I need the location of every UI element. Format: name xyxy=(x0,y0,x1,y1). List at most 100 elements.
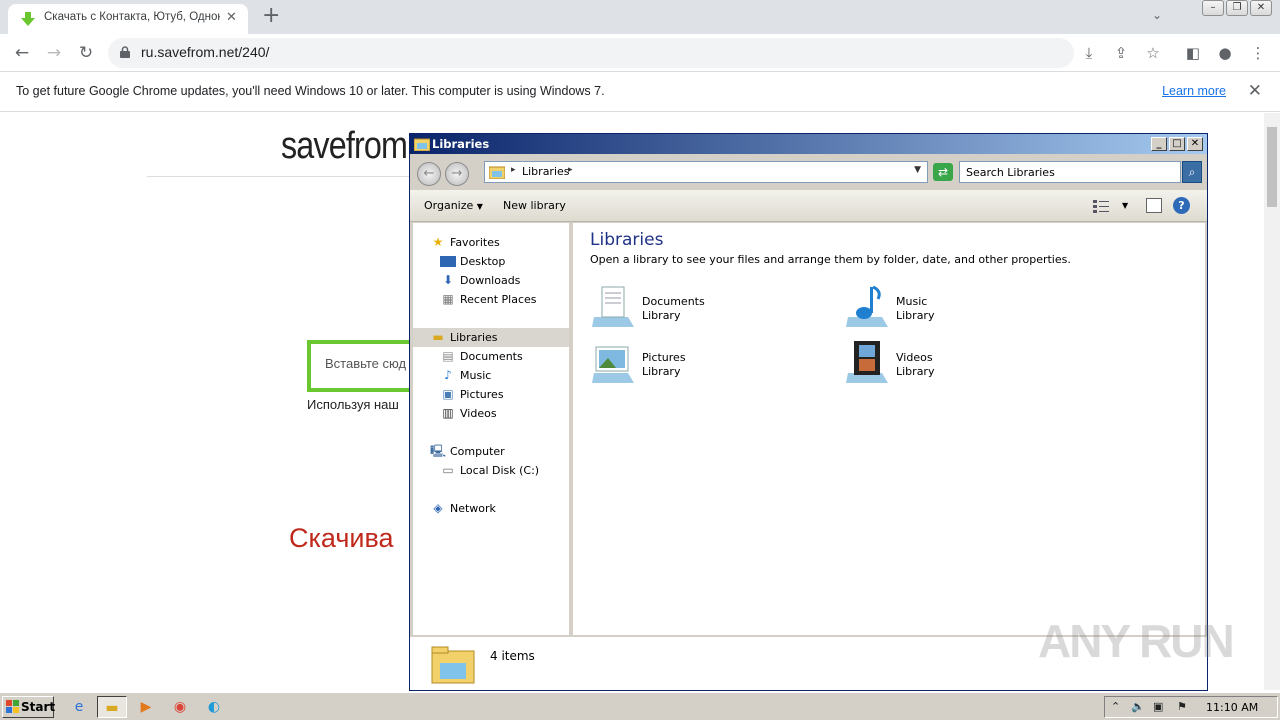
explorer-titlebar[interactable]: Libraries _ □ ✕ xyxy=(410,134,1207,154)
edge-icon[interactable]: ◐ xyxy=(199,696,229,718)
clock[interactable]: 11:10 AM xyxy=(1206,701,1258,714)
infobar-close-icon[interactable]: ✕ xyxy=(1248,81,1262,101)
view-options-chevron-icon[interactable]: ▼ xyxy=(1122,201,1128,210)
bookmark-star-icon[interactable]: ☆ xyxy=(1143,44,1163,62)
profile-avatar-icon[interactable]: ● xyxy=(1215,44,1235,62)
breadcrumb-arrow-icon[interactable]: ▸ xyxy=(511,165,516,175)
nav-downloads[interactable]: ⬇ Downloads xyxy=(413,271,569,290)
nav-recent-places[interactable]: ▦ Recent Places xyxy=(413,290,569,309)
tab-title: Скачать с Контакта, Ютуб, Одноклассников xyxy=(44,11,220,23)
page-scrollbar[interactable] xyxy=(1264,113,1280,690)
help-icon[interactable]: ? xyxy=(1173,197,1190,214)
anyrun-watermark: ANY RUN xyxy=(1038,615,1235,667)
show-hidden-icons-icon[interactable]: ⌃ xyxy=(1111,700,1120,713)
nav-computer[interactable]: 🖳 Computer xyxy=(413,442,569,461)
nav-videos[interactable]: ▥ Videos xyxy=(413,404,569,423)
navigation-pane: ★ Favorites Desktop ⬇ Downloads ▦ Recent… xyxy=(413,223,571,635)
nav-documents[interactable]: ▤ Documents xyxy=(413,347,569,366)
address-dropdown-icon[interactable]: ▼ xyxy=(914,165,921,175)
windows-explorer-icon[interactable]: ▬ xyxy=(97,696,127,718)
network-tray-icon[interactable]: ▣ xyxy=(1153,700,1163,713)
chrome-icon[interactable]: ◉ xyxy=(165,696,195,718)
start-button[interactable]: Start xyxy=(2,696,56,718)
explorer-close-button[interactable]: ✕ xyxy=(1187,137,1203,151)
action-center-flag-icon[interactable]: ⚑ xyxy=(1177,700,1187,713)
install-icon[interactable]: ⤓ xyxy=(1079,44,1099,62)
explorer-search-input[interactable]: Search Libraries xyxy=(959,161,1181,183)
minimize-button[interactable]: – xyxy=(1202,0,1224,16)
nav-recent-places-label: Recent Places xyxy=(460,293,537,306)
change-view-icon[interactable] xyxy=(1093,199,1111,213)
explorer-forward-button[interactable]: → xyxy=(445,162,469,186)
pictures-library-icon xyxy=(592,346,634,383)
new-tab-button[interactable]: + xyxy=(262,4,280,28)
breadcrumb-arrow-icon[interactable]: ▸ xyxy=(568,165,573,175)
back-button[interactable]: ← xyxy=(11,42,33,64)
breadcrumb-libraries[interactable]: Libraries xyxy=(522,165,570,178)
volume-icon[interactable]: 🔈 xyxy=(1131,700,1145,713)
nav-network-label: Network xyxy=(450,502,496,515)
explorer-maximize-button[interactable]: □ xyxy=(1169,137,1185,151)
explorer-minimize-button[interactable]: _ xyxy=(1151,137,1167,151)
library-name: Videos xyxy=(896,351,933,364)
preview-pane-icon[interactable] xyxy=(1146,198,1162,213)
forward-button[interactable]: → xyxy=(43,42,65,64)
library-pictures[interactable]: Pictures Library xyxy=(590,339,810,389)
reload-button[interactable]: ↻ xyxy=(75,42,97,64)
libraries-folder-icon xyxy=(414,138,430,151)
learn-more-link[interactable]: Learn more xyxy=(1162,84,1226,98)
start-label: Start xyxy=(21,700,56,714)
windows-logo-icon xyxy=(6,700,19,713)
nav-pictures-label: Pictures xyxy=(460,388,504,401)
savefrom-logo[interactable]: savefrom. xyxy=(281,125,416,168)
scroll-thumb[interactable] xyxy=(1267,127,1277,207)
explorer-back-button[interactable]: ← xyxy=(417,162,441,186)
pictures-icon: ▣ xyxy=(442,387,454,401)
item-count: 4 items xyxy=(490,649,535,663)
side-panel-icon[interactable]: ◧ xyxy=(1183,44,1203,62)
library-music[interactable]: Music Library xyxy=(844,283,1064,333)
library-type: Library xyxy=(896,309,935,322)
tab-close-icon[interactable]: ✕ xyxy=(226,10,237,25)
explorer-controls: _ □ ✕ xyxy=(1151,137,1203,151)
taskbar: Start e ▬ ▶ ◉ ◐ ⌃ 🔈 ▣ ⚑ 11:10 AM xyxy=(0,692,1280,720)
media-player-icon[interactable]: ▶ xyxy=(131,696,161,718)
tab-search-chevron-icon[interactable]: ⌄ xyxy=(1152,8,1162,22)
internet-explorer-icon[interactable]: e xyxy=(64,696,94,718)
search-icon[interactable]: ⌕ xyxy=(1182,161,1202,183)
library-documents[interactable]: Documents Library xyxy=(590,283,810,333)
nav-network[interactable]: ◈ Network xyxy=(413,499,569,518)
computer-icon: 🖳 xyxy=(430,444,447,458)
search-placeholder: Search Libraries xyxy=(966,166,1055,179)
explorer-address-field[interactable]: ▸ Libraries ▸ ▼ xyxy=(484,161,928,183)
recent-places-icon: ▦ xyxy=(442,292,454,306)
lock-icon[interactable] xyxy=(120,46,130,58)
nav-pictures[interactable]: ▣ Pictures xyxy=(413,385,569,404)
nav-local-disk-label: Local Disk (C:) xyxy=(460,464,540,477)
music-library-icon xyxy=(846,285,888,327)
system-tray: ⌃ 🔈 ▣ ⚑ 11:10 AM xyxy=(1104,696,1278,718)
library-type: Library xyxy=(896,365,935,378)
nav-music[interactable]: ♪ Music xyxy=(413,366,569,385)
network-icon: ◈ xyxy=(433,501,443,515)
nav-favorites[interactable]: ★ Favorites xyxy=(413,233,569,252)
close-window-button[interactable]: ✕ xyxy=(1250,0,1272,16)
share-icon[interactable]: ⇪ xyxy=(1111,44,1131,62)
restore-button[interactable]: ❐ xyxy=(1226,0,1248,16)
new-library-button[interactable]: New library xyxy=(503,199,566,212)
address-bar[interactable]: ru.savefrom.net/240/ ⤓ ⇪ ☆ xyxy=(108,38,1160,68)
browser-tab[interactable]: Скачать с Контакта, Ютуб, Одноклассников… xyxy=(8,4,248,34)
hard-disk-icon: ▭ xyxy=(442,463,454,477)
menu-kebab-icon[interactable]: ⋮ xyxy=(1248,44,1268,62)
library-videos[interactable]: Videos Library xyxy=(844,339,1064,389)
videos-icon: ▥ xyxy=(442,406,454,420)
organize-label: Organize xyxy=(424,199,474,212)
nav-libraries[interactable]: ▬ Libraries xyxy=(413,328,569,347)
library-type: Library xyxy=(642,365,681,378)
nav-desktop[interactable]: Desktop xyxy=(413,252,569,271)
organize-button[interactable]: Organize ▼ xyxy=(424,199,483,212)
content-description: Open a library to see your files and arr… xyxy=(590,253,1071,266)
paste-placeholder: Вставьте сюд xyxy=(325,356,407,371)
nav-local-disk[interactable]: ▭ Local Disk (C:) xyxy=(413,461,569,480)
refresh-icon[interactable]: ⇄ xyxy=(933,163,953,181)
